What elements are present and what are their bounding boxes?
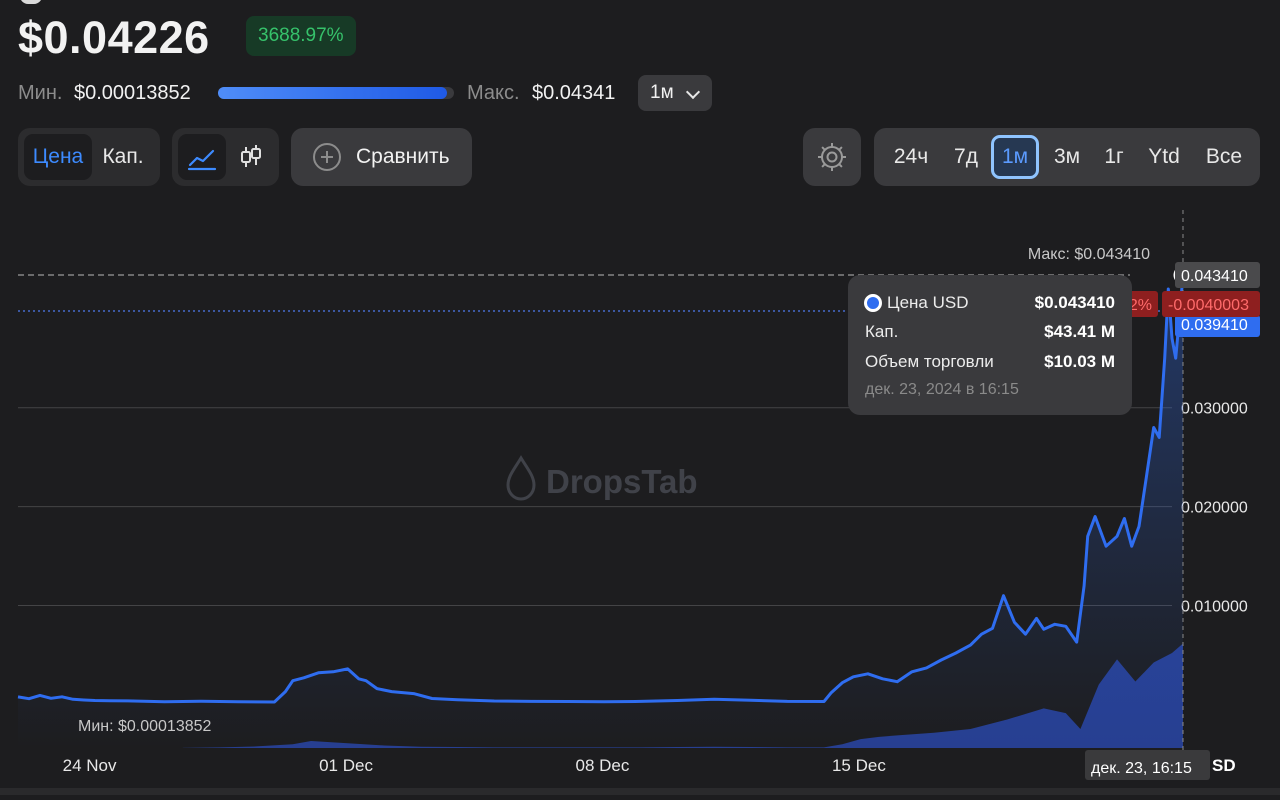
x-tick-label: 08 Dec <box>576 756 630 775</box>
tooltip-volume-label: Объем торговли <box>865 352 994 371</box>
min-label: Мин. <box>18 82 63 104</box>
price-range-bar <box>218 87 454 99</box>
tooltip-volume-row: Объем торговли $10.03 M <box>865 352 1115 372</box>
tab-cap[interactable]: Кап. <box>92 134 154 180</box>
min-annotation: Мин: $0.00013852 <box>78 718 212 735</box>
chart-type-toggle <box>172 128 279 186</box>
current-price-tag-text: 0.039410 <box>1181 317 1248 334</box>
y-tick-label: 0.030000 <box>1181 401 1248 418</box>
max-value: $0.04341 <box>532 82 616 104</box>
y-tick-label: 0.020000 <box>1181 500 1248 517</box>
tooltip-price-label: Цена USD <box>887 293 969 312</box>
compare-button[interactable]: Сравнить <box>291 128 472 186</box>
crosshair-date-tag-text: дек. 23, 16:15 <box>1091 760 1192 777</box>
y-tick-label: 0.010000 <box>1181 599 1248 616</box>
chevron-down-icon <box>685 84 701 100</box>
tooltip-cap-row: Кап. $43.41 M <box>865 322 1115 342</box>
line-chart-button[interactable] <box>178 134 226 180</box>
watermark-text: DropsTab <box>546 463 698 500</box>
range-7d-button[interactable]: 7д <box>944 135 988 179</box>
crosshair-delta-tag: -0.0040003 <box>1162 291 1260 318</box>
x-tick-label: 01 Dec <box>319 756 373 775</box>
max-annotation: Макс: $0.043410 <box>1028 246 1150 263</box>
tooltip-volume-value: $10.03 M <box>1044 352 1115 371</box>
price-change-badge: 3688.97% <box>246 16 356 56</box>
candlestick-button[interactable] <box>228 134 274 180</box>
range-1y-button[interactable]: 1г <box>1096 135 1132 179</box>
tooltip-price-value: $0.043410 <box>1034 293 1115 312</box>
line-chart-icon <box>187 149 217 171</box>
crosshair-date-tag: дек. 23, 16:15 <box>1085 750 1210 780</box>
candlestick-icon <box>241 145 261 167</box>
range-24h-button[interactable]: 24ч <box>885 135 937 179</box>
max-label: Макс. <box>467 82 520 104</box>
series-dot-icon <box>864 294 882 312</box>
axis-suffix: SD <box>1212 756 1236 775</box>
crosshair-tooltip: Цена USD $0.043410 Кап. $43.41 M Объем т… <box>848 275 1132 415</box>
time-range-selector: 24ч 7д 1м 3м 1г Ytd Все <box>874 128 1260 186</box>
range-1m-button[interactable]: 1м <box>991 135 1039 179</box>
range-ytd-button[interactable]: Ytd <box>1138 135 1190 179</box>
tooltip-price-row: Цена USD $0.043410 <box>864 293 1115 313</box>
period-select-value: 1м <box>650 82 674 103</box>
range-all-button[interactable]: Все <box>1196 135 1252 179</box>
crosshair-delta-tag-text: -0.0040003 <box>1168 297 1249 314</box>
x-tick-label: 15 Dec <box>832 756 886 775</box>
tooltip-date: дек. 23, 2024 в 16:15 <box>865 381 1019 398</box>
price-range-fill <box>218 87 447 99</box>
range-3m-button[interactable]: 3м <box>1044 135 1090 179</box>
watermark: DropsTab <box>506 455 698 501</box>
compare-label: Сравнить <box>356 145 450 168</box>
current-price-tag: 0.039410 <box>1175 315 1260 338</box>
tooltip-cap-label: Кап. <box>865 322 899 341</box>
tab-price[interactable]: Цена <box>24 134 92 180</box>
chart-scroll-strip[interactable] <box>0 788 1280 795</box>
settings-button[interactable] <box>803 128 861 186</box>
min-value: $0.00013852 <box>74 82 191 104</box>
x-tick-label: 24 Nov <box>63 756 117 775</box>
mode-toggle: Цена Кап. <box>18 128 160 186</box>
period-select[interactable]: 1м <box>638 75 712 111</box>
current-price: $0.04226 <box>18 12 210 63</box>
tooltip-cap-value: $43.41 M <box>1044 322 1115 341</box>
crosshair-price-tag: 0.043410 <box>1175 262 1260 289</box>
crosshair-price-tag-text: 0.043410 <box>1181 268 1248 285</box>
gear-icon <box>818 143 846 171</box>
coin-logo-icon <box>20 0 42 4</box>
plus-circle-icon <box>313 143 341 171</box>
